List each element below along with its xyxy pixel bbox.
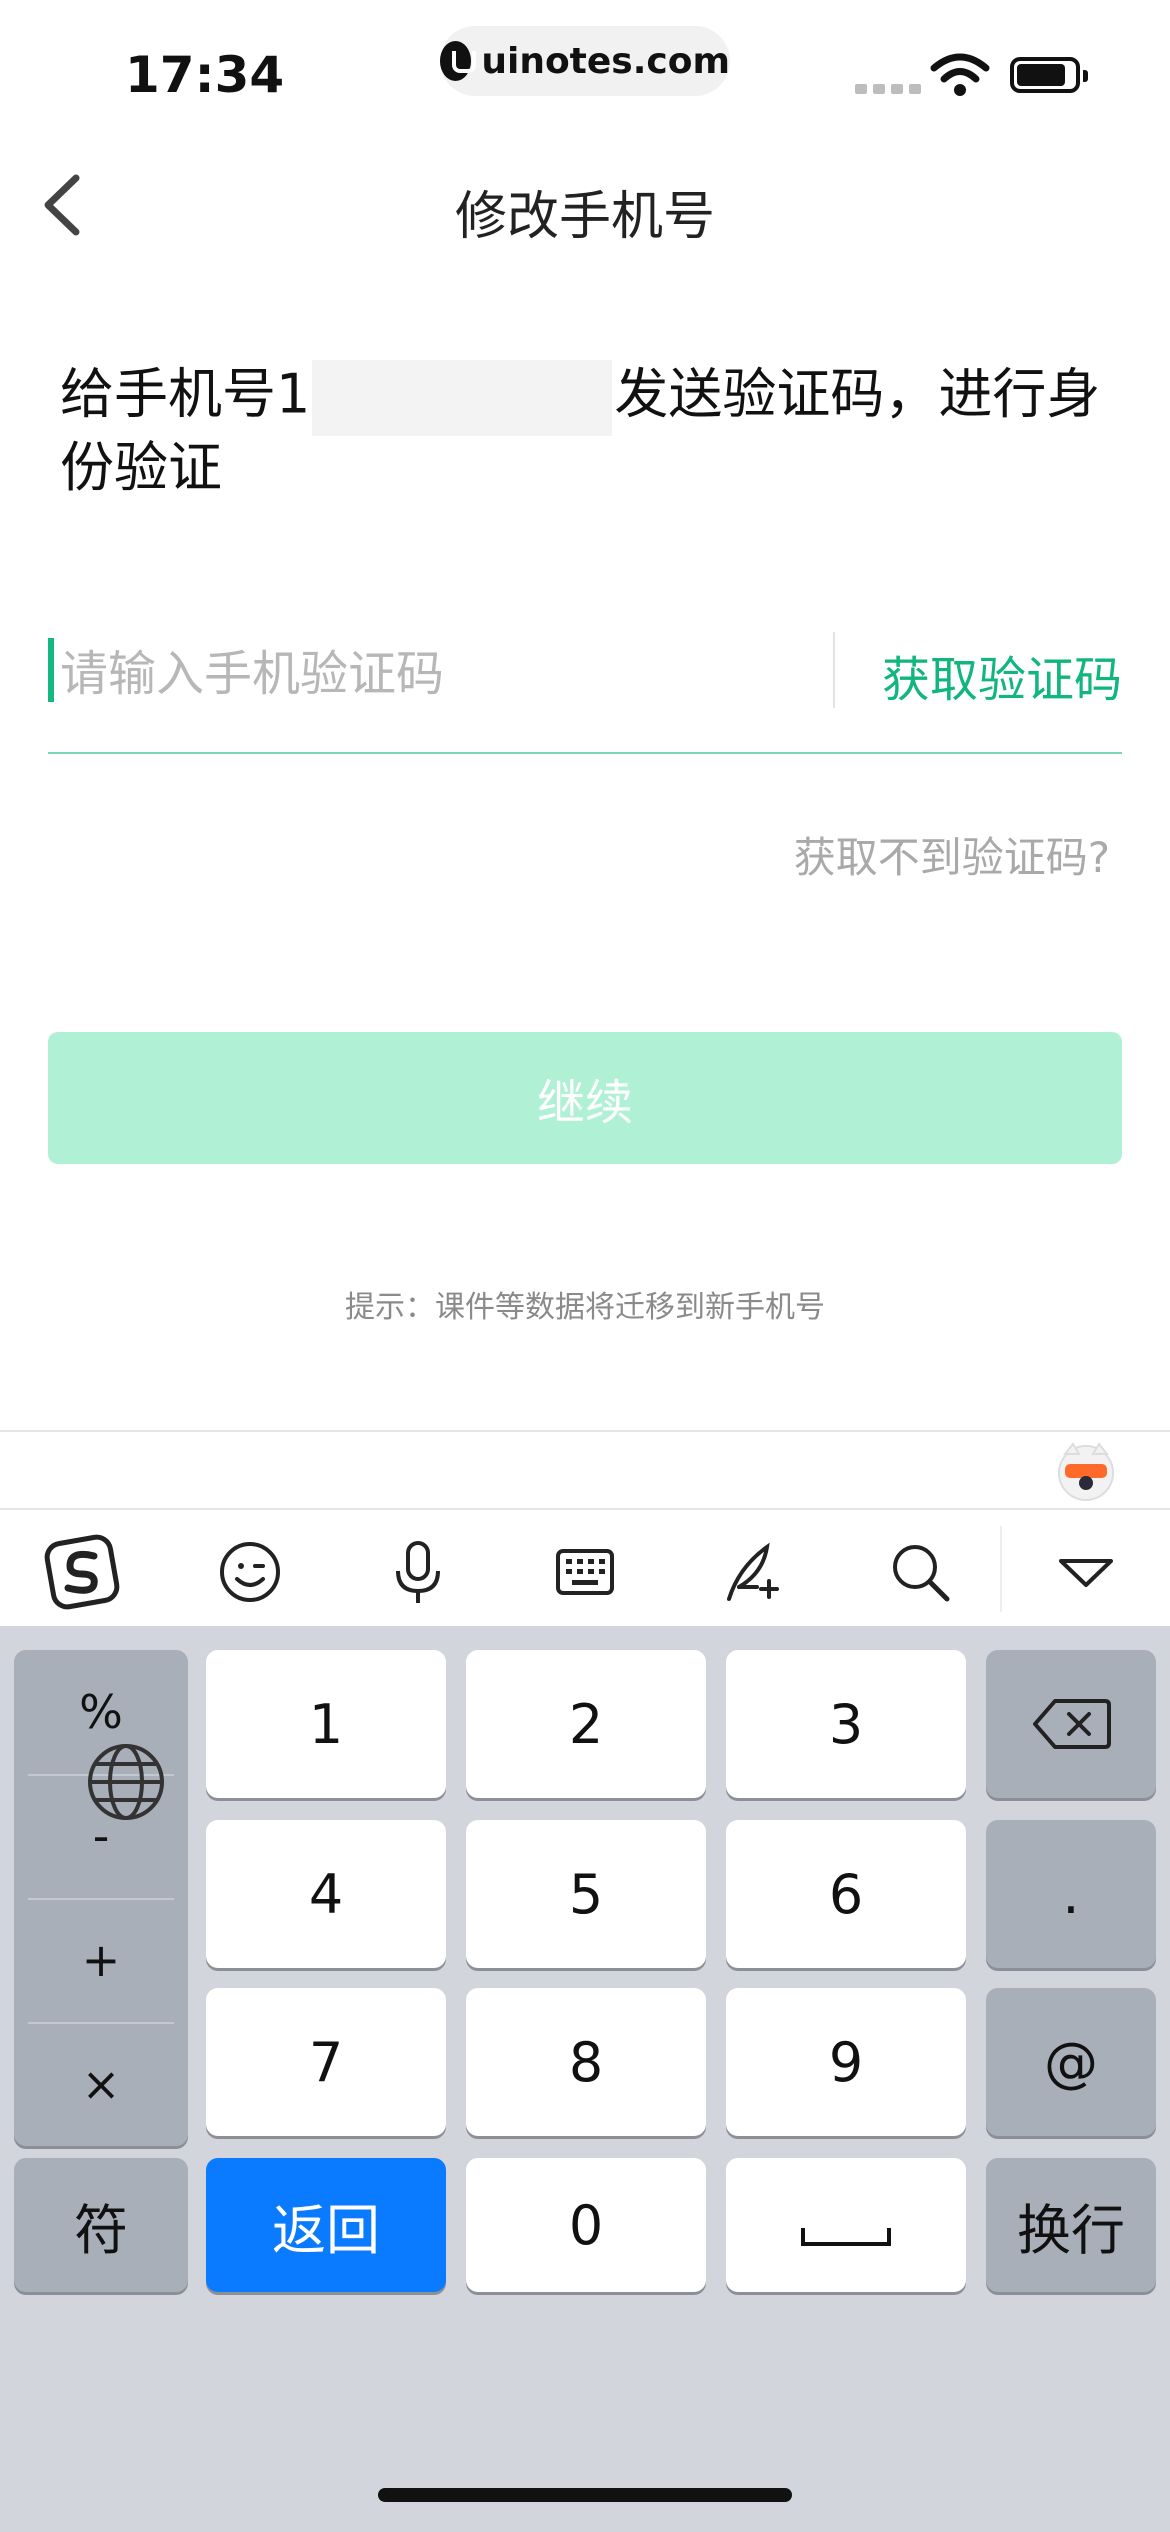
space-icon xyxy=(801,2228,891,2246)
battery-icon xyxy=(1010,57,1088,93)
collapse-keyboard-icon[interactable] xyxy=(1046,1532,1126,1612)
key-1[interactable]: 1 xyxy=(206,1650,446,1798)
wifi-icon xyxy=(930,53,990,96)
key-at[interactable]: @ xyxy=(986,1988,1156,2136)
emoji-icon[interactable] xyxy=(210,1532,290,1612)
url-text: uinotes.com xyxy=(481,40,730,82)
numeric-keyboard: % - + × 1 2 3 4 5 6 . 7 8 9 @ 符 返回 0 换行 xyxy=(0,1626,1170,2532)
key-6[interactable]: 6 xyxy=(726,1820,966,1968)
search-icon[interactable] xyxy=(880,1532,960,1612)
key-0[interactable]: 0 xyxy=(466,2158,706,2292)
code-input-row: 获取验证码 xyxy=(48,620,1122,754)
key-period[interactable]: . xyxy=(986,1820,1156,1968)
get-code-button[interactable]: 获取验证码 xyxy=(882,640,1122,710)
status-bar: 17:34 uinotes.com xyxy=(0,0,1170,130)
verification-message: 给手机号1 发送验证码，进行身份验证 xyxy=(60,360,1120,500)
text-caret xyxy=(48,638,54,702)
keyboard-icon[interactable] xyxy=(545,1532,625,1612)
sogou-logo-icon[interactable] xyxy=(42,1532,122,1612)
site-logo-icon xyxy=(440,41,477,81)
quill-icon[interactable] xyxy=(712,1532,792,1612)
newline-key[interactable]: 换行 xyxy=(986,2158,1156,2292)
migration-tip: 提示：课件等数据将迁移到新手机号 xyxy=(345,1290,825,1325)
input-divider xyxy=(833,632,835,708)
backspace-icon xyxy=(1033,1699,1111,1749)
key-7[interactable]: 7 xyxy=(206,1988,446,2136)
keyboard-toolbar xyxy=(0,1508,1170,1626)
continue-button[interactable]: 继续 xyxy=(48,1032,1122,1164)
microphone-icon[interactable] xyxy=(378,1532,458,1612)
mascot-icon[interactable] xyxy=(1055,1440,1117,1502)
status-time: 17:34 xyxy=(125,46,285,104)
key-3[interactable]: 3 xyxy=(726,1650,966,1798)
symbol-column: % - + × xyxy=(14,1650,188,2146)
key-4[interactable]: 4 xyxy=(206,1820,446,1968)
key-plus[interactable]: + xyxy=(14,1898,188,2022)
keyboard-top-divider xyxy=(0,1430,1170,1432)
key-multiply[interactable]: × xyxy=(14,2022,188,2146)
cannot-receive-code-link[interactable]: 获取不到验证码? xyxy=(794,824,1110,885)
page-title: 修改手机号 xyxy=(454,187,715,247)
space-key[interactable] xyxy=(726,2158,966,2292)
key-2[interactable]: 2 xyxy=(466,1650,706,1798)
key-5[interactable]: 5 xyxy=(466,1820,706,1968)
key-8[interactable]: 8 xyxy=(466,1988,706,2136)
key-9[interactable]: 9 xyxy=(726,1988,966,2136)
home-indicator xyxy=(378,2488,792,2502)
verification-code-input[interactable] xyxy=(58,628,842,720)
symbols-key[interactable]: 符 xyxy=(14,2158,188,2292)
return-key[interactable]: 返回 xyxy=(206,2158,446,2292)
masked-phone-number xyxy=(312,360,613,436)
toolbar-divider xyxy=(1000,1526,1002,1612)
message-prefix: 给手机号1 xyxy=(60,362,311,426)
backspace-key[interactable] xyxy=(986,1650,1156,1798)
cellular-signal-icon xyxy=(855,84,921,94)
globe-icon[interactable] xyxy=(84,1740,168,1824)
url-pill[interactable]: uinotes.com xyxy=(440,26,730,96)
nav-bar: 修改手机号 xyxy=(0,150,1170,260)
